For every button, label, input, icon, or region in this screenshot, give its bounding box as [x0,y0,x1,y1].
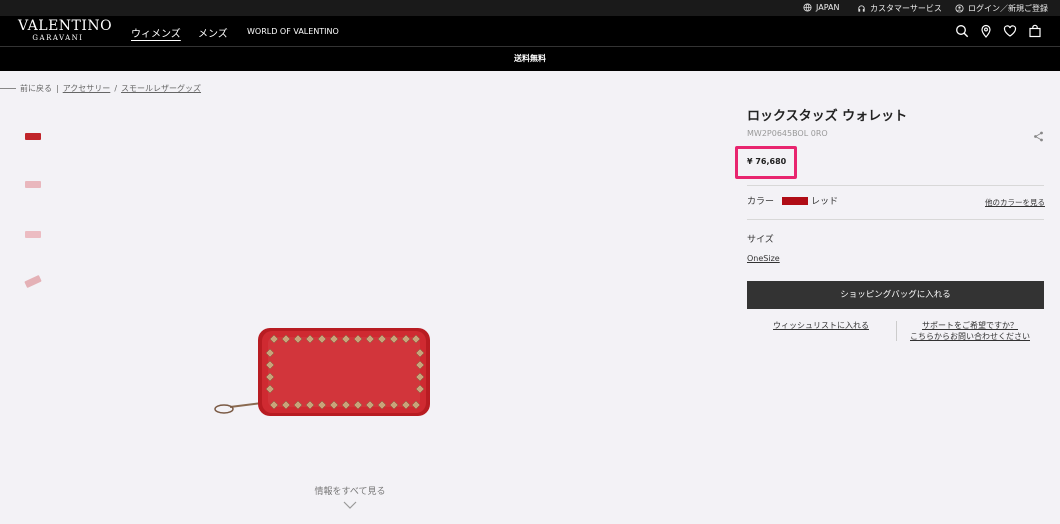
share-icon[interactable] [1033,131,1044,142]
divider [747,219,1044,220]
size-option-onesize[interactable]: OneSize [747,254,780,263]
thumbnail-image [25,180,41,188]
thumbnail-2[interactable] [19,170,47,198]
breadcrumb-separator: | [56,84,59,93]
globe-icon [803,3,812,12]
size-label: サイズ [747,235,774,245]
region-label: JAPAN [816,3,840,12]
bag-icon[interactable] [1028,24,1042,38]
support-line-2: こちらからお問い合わせください [910,332,1030,341]
location-icon[interactable] [979,24,993,38]
search-icon[interactable] [955,24,969,38]
logo-subline: GARAVANI [32,34,84,42]
thumbnail-image [25,230,41,238]
breadcrumb-accessories[interactable]: アクセサリー [63,83,111,94]
thumbnail-4[interactable] [19,267,47,295]
color-label: カラー [747,197,775,207]
chevron-down-icon[interactable] [343,501,357,509]
login-label: ログイン／新規ご登録 [968,4,1048,13]
divider [747,185,1044,186]
thumbnail-3[interactable] [19,220,47,248]
product-code: MW2P0645BOL 0RO [747,129,828,138]
other-colors-link[interactable]: 他のカラーを見る [985,197,1045,208]
main-nav: VALENTINO GARAVANI ウィメンズ メンズ WORLD OF VA… [0,16,1060,46]
breadcrumb-small-leather-goods[interactable]: スモールレザーグッズ [121,83,201,94]
heart-icon[interactable] [1003,24,1017,38]
breadcrumb: 前に戻る | アクセサリー / スモールレザーグッズ [0,83,201,94]
thumbnail-1[interactable] [19,122,47,150]
vertical-divider [896,321,897,341]
add-to-bag-button[interactable]: ショッピングバッグに入れる [747,281,1044,309]
thumbnail-image [24,274,42,288]
thumbnail-image [25,132,41,140]
product-image [214,328,430,416]
back-link[interactable]: 前に戻る [20,83,52,94]
free-shipping-banner: 送料無料 [0,46,1060,71]
color-swatch [782,197,808,205]
see-all-details-link[interactable]: 情報をすべて見る [290,484,410,497]
nav-link-world-of-valentino[interactable]: WORLD OF VALENTINO [247,27,339,36]
nav-link-mens[interactable]: メンズ [198,25,228,40]
breadcrumb-separator: / [114,84,118,93]
valentino-logo[interactable]: VALENTINO GARAVANI [18,18,113,42]
back-dash [0,88,16,89]
login-link[interactable]: ログイン／新規ご登録 [955,3,1048,14]
support-line-1: サポートをご希望ですか？ [922,321,1018,330]
customer-service-link[interactable]: カスタマーサービス [857,3,942,14]
customer-service-label: カスタマーサービス [870,4,942,13]
region-selector[interactable]: JAPAN [803,3,839,12]
nav-link-womens[interactable]: ウィメンズ [131,25,181,40]
headset-icon [858,5,865,12]
utility-bar: JAPAN カスタマーサービス ログイン／新規ご登録 [0,0,1060,16]
user-icon [955,4,964,13]
color-name: レッド [811,197,839,207]
add-to-wishlist-link[interactable]: ウィッシュリストに入れる [773,320,869,331]
contact-support-link[interactable]: サポートをご希望ですか？ こちらからお問い合わせください [908,320,1032,342]
product-title: ロックスタッズ ウォレット [747,109,908,124]
logo-wordmark: VALENTINO [18,18,113,34]
product-price: ¥ 76,680 [747,157,787,166]
promo-text: 送料無料 [514,54,546,63]
